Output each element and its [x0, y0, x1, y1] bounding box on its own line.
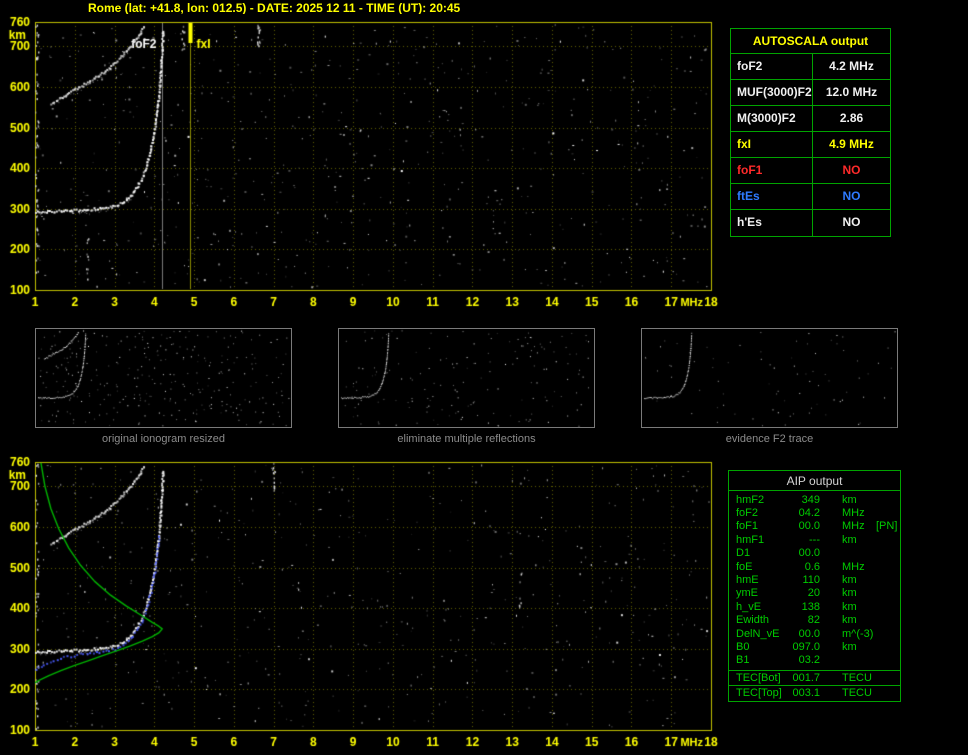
autoscala-param-name: foF2 [731, 54, 813, 79]
thumbnail-eliminate-reflections [339, 329, 594, 427]
thumbnail-caption-original: original ionogram resized [102, 433, 225, 445]
aip-param-name: TEC[Bot] [736, 672, 781, 685]
thumbnail-evidence-f2 [642, 329, 897, 427]
aip-param-name: B1 [736, 654, 750, 667]
thumbnail-caption-evidence: evidence F2 trace [725, 433, 814, 445]
aip-param-value: 003.1 [792, 686, 820, 699]
aip-param-name: hmF1 [736, 533, 765, 546]
autoscala-param-value: 4.9 MHz [829, 137, 874, 151]
aip-param-name: DelN_vE [736, 627, 780, 640]
aip-param-unit: TECU [842, 672, 872, 685]
aip-output-table: AIP output hmF2 349 km foF2 04.2 MHz foF1 00.0 M… [728, 470, 901, 703]
aip-row-delnve: DelN_vE 00.0 m^(-3) [729, 627, 900, 640]
aip-table-body: hmF2 349 km foF2 04.2 MHz foF1 00.0 MHz [PN] hmF1 -… [729, 493, 900, 699]
aip-param-unit: km [842, 533, 857, 546]
aip-param-name: foF1 [736, 520, 759, 533]
aip-param-unit: km [842, 587, 857, 600]
aip-param-value: 097.0 [792, 640, 820, 653]
autoscala-row-fof1: foF1 NO [731, 158, 890, 184]
aip-param-name: h_vE [736, 600, 762, 613]
aip-row-foe: foE 0.6 MHz [729, 560, 900, 573]
aip-param-name: Ewidth [736, 614, 770, 627]
aip-param-name: TEC[Top] [736, 686, 782, 699]
aip-param-unit: km [842, 614, 857, 627]
aip-row-hmf2: hmF2 349 km [729, 493, 900, 506]
autoscala-param-value: 12.0 MHz [825, 85, 878, 99]
aip-param-unit: km [842, 640, 857, 653]
autoscala-param-name: MUF(3000)F2 [731, 80, 813, 105]
aip-param-value: 001.7 [792, 672, 820, 685]
autoscala-param-value: 2.86 [839, 111, 864, 125]
aip-param-unit: m^(-3) [842, 627, 874, 640]
aip-row-tectop: TEC[Top] 003.1 TECU [729, 686, 900, 699]
autoscala-row-muf3000f2: MUF(3000)F2 12.0 MHz [731, 80, 890, 106]
autoscala-param-value: NO [842, 215, 861, 229]
aip-param-name: foE [736, 560, 753, 573]
autoscala-row-hes: h'Es NO [731, 210, 890, 236]
aip-param-value: 00.0 [798, 547, 820, 560]
aip-row-hve: h_vE 138 km [729, 600, 900, 613]
aip-param-value: 138 [801, 600, 820, 613]
aip-param-value: 110 [802, 574, 820, 587]
autoscala-param-value: 4.2 MHz [829, 59, 874, 73]
aip-row-b1: B1 03.2 [729, 654, 900, 667]
aip-param-name: hmF2 [736, 493, 765, 506]
aip-row-d1: D1 00.0 [729, 547, 900, 560]
aip-param-value: 82 [807, 614, 820, 627]
aip-row-fof1: foF1 00.0 MHz [PN] [729, 520, 900, 533]
aip-param-name: B0 [736, 640, 750, 653]
aip-row-b0: B0 097.0 km [729, 640, 900, 653]
station-date-header: Rome (lat: +41.8, lon: 012.5) - DATE: 20… [88, 1, 461, 15]
thumbnail-original-ionogram [36, 329, 291, 427]
thumbnail-caption-eliminate: eliminate multiple reflections [397, 433, 536, 445]
aip-param-name: foF2 [736, 507, 759, 520]
thumbnail-original-ionogram-frame [35, 328, 292, 428]
aip-param-unit: MHz [842, 520, 865, 533]
aip-param-value: 0.6 [804, 560, 820, 573]
bottom-ionogram-chart [0, 454, 724, 754]
autoscala-param-name: h'Es [731, 210, 813, 236]
autoscala-table-title: AUTOSCALA output [731, 29, 890, 54]
thumbnail-evidence-f2-frame [641, 328, 898, 428]
aip-param-name: hmE [736, 574, 759, 587]
autoscala-row-fof2: foF2 4.2 MHz [731, 54, 890, 80]
aip-param-unit: km [842, 493, 857, 506]
autoscala-row-fxi: fxI 4.9 MHz [731, 132, 890, 158]
aip-param-unit: MHz [842, 507, 865, 520]
aip-param-value: --- [809, 533, 820, 546]
aip-param-value: 00.0 [798, 627, 820, 640]
autoscala-app-window: Rome (lat: +41.8, lon: 012.5) - DATE: 20… [0, 0, 968, 755]
aip-row-hme: hmE 110 km [729, 573, 900, 586]
aip-param-note: [PN] [876, 520, 898, 533]
aip-param-name: ymE [736, 587, 758, 600]
aip-param-value: 04.2 [798, 507, 820, 520]
autoscala-param-value: NO [842, 163, 861, 177]
aip-row-yme: ymE 20 km [729, 587, 900, 600]
aip-row-hmf1: hmF1 --- km [729, 533, 900, 546]
autoscala-output-table: AUTOSCALA output foF2 4.2 MHz MUF(3000)F2 1… [730, 28, 891, 237]
aip-param-unit: TECU [842, 686, 872, 699]
aip-row-ewidth: Ewidth 82 km [729, 614, 900, 627]
aip-param-unit: km [842, 600, 857, 613]
aip-row-fof2: foF2 04.2 MHz [729, 506, 900, 519]
autoscala-table-body: foF2 4.2 MHz MUF(3000)F2 12.0 MHz M(3000)F2 2… [731, 54, 890, 236]
autoscala-param-name: ftEs [731, 184, 813, 209]
aip-param-name: D1 [736, 547, 751, 560]
aip-param-unit: km [842, 574, 857, 587]
autoscala-row-m3000f2: M(3000)F2 2.86 [731, 106, 890, 132]
autoscala-param-value: NO [842, 189, 861, 203]
aip-param-value: 349 [801, 493, 820, 506]
autoscala-param-name: M(3000)F2 [731, 106, 813, 131]
aip-table-title: AIP output [729, 471, 900, 491]
aip-param-value: 20 [807, 587, 820, 600]
aip-param-value: 03.2 [798, 654, 820, 667]
autoscala-param-name: fxI [731, 132, 813, 157]
autoscala-row-ftes: ftEs NO [731, 184, 890, 210]
aip-param-value: 00.0 [798, 520, 820, 533]
aip-row-tecbot: TEC[Bot] 001.7 TECU [729, 670, 900, 687]
thumbnail-eliminate-reflections-frame [338, 328, 595, 428]
top-ionogram-chart [0, 14, 724, 314]
aip-param-unit: MHz [842, 560, 865, 573]
autoscala-param-name: foF1 [731, 158, 813, 183]
